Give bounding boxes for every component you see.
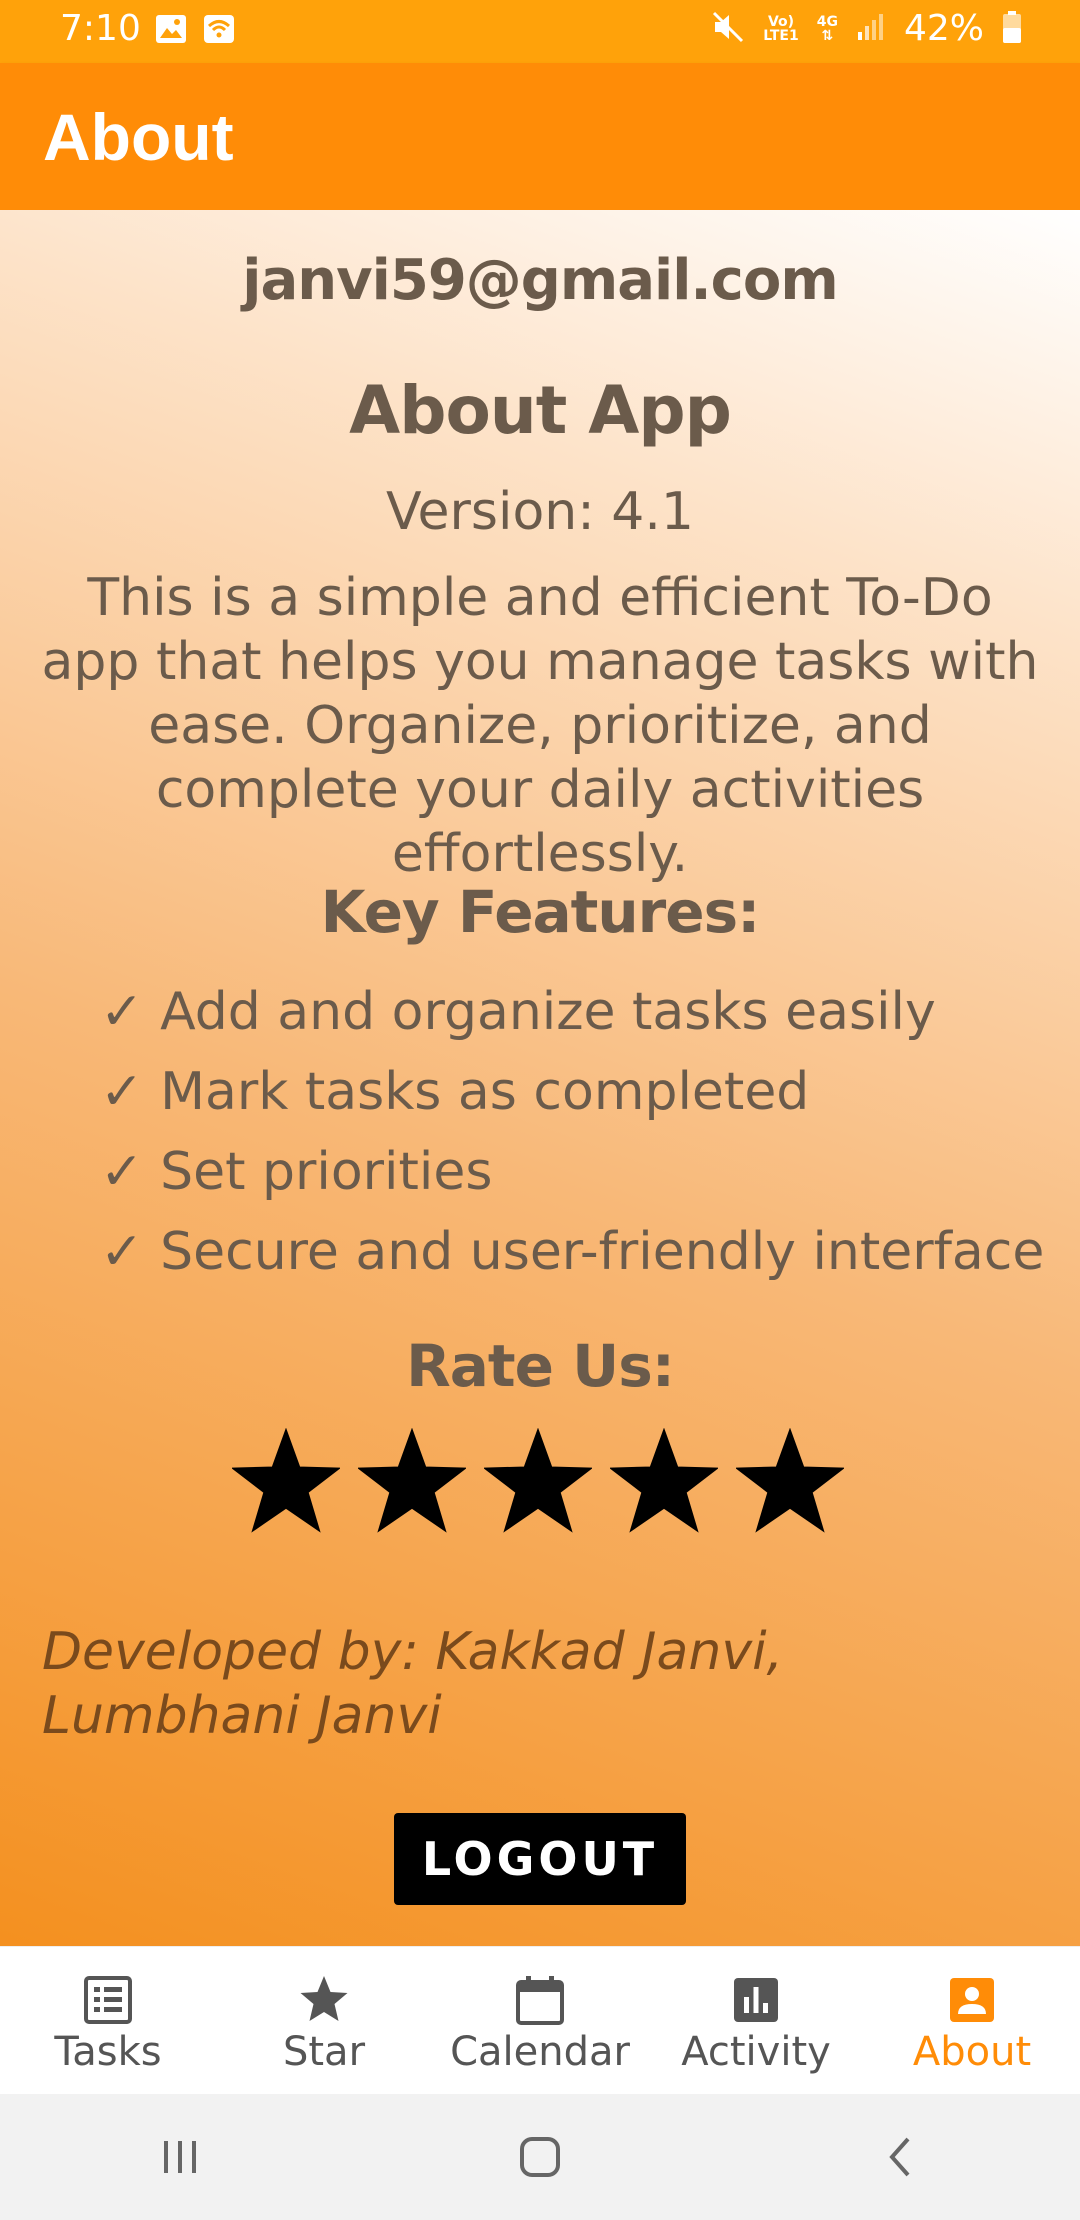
about-content: janvi59@gmail.com About App Version: 4.1… <box>0 210 1080 1946</box>
status-time: 7:10 <box>60 8 141 49</box>
mute-icon <box>711 10 745 48</box>
user-email: janvi59@gmail.com <box>242 248 838 313</box>
person-icon <box>950 1978 994 2022</box>
signal-icon <box>856 12 886 46</box>
nav-item-star[interactable]: Star <box>216 1947 432 2094</box>
nav-item-about[interactable]: About <box>864 1947 1080 2094</box>
app-description: This is a simple and efficient To-Do app… <box>41 568 1039 884</box>
calendar-icon <box>516 1976 564 2025</box>
star-icon[interactable] <box>232 1428 340 1536</box>
bottom-nav: Tasks Star Calendar Activity About <box>0 1946 1080 2094</box>
gallery-icon <box>155 14 187 48</box>
nav-label: Star <box>282 2029 366 2075</box>
recent-apps-button[interactable] <box>140 2117 220 2197</box>
rate-heading: Rate Us: <box>406 1332 675 1400</box>
nav-label: Calendar <box>450 2029 630 2075</box>
feature-item: ✓ Set priorities <box>100 1142 493 1202</box>
data-indicator: 4G ⇅ <box>816 13 838 44</box>
star-icon[interactable] <box>358 1428 466 1536</box>
nav-item-calendar[interactable]: Calendar <box>432 1947 648 2094</box>
star-icon[interactable] <box>736 1428 844 1536</box>
battery-percent: 42% <box>903 8 984 49</box>
back-icon <box>889 2137 910 2177</box>
features-list: ✓ Add and organize tasks easily ✓ Mark t… <box>100 972 1044 1292</box>
battery-icon <box>1002 10 1022 48</box>
star-icon[interactable] <box>484 1428 592 1536</box>
nav-label: Tasks <box>54 2029 162 2075</box>
home-icon <box>520 2137 560 2177</box>
feature-item: ✓ Mark tasks as completed <box>100 1062 810 1122</box>
page-title: About <box>43 100 234 174</box>
network-type: Vo) LTE1 <box>763 13 799 44</box>
nav-label: Activity <box>681 2029 831 2075</box>
home-button[interactable] <box>500 2117 580 2197</box>
rating-stars[interactable] <box>232 1428 844 1536</box>
bar-chart-icon <box>734 1978 778 2022</box>
feature-item: ✓ Add and organize tasks easily <box>100 982 936 1042</box>
about-heading: About App <box>349 372 732 449</box>
feature-item: ✓ Secure and user-friendly interface <box>100 1222 1045 1282</box>
back-button[interactable] <box>860 2117 940 2197</box>
star-icon[interactable] <box>610 1428 718 1536</box>
wifi-icon <box>203 14 235 48</box>
star-icon <box>300 1976 348 2021</box>
recent-apps-icon <box>164 2141 196 2173</box>
nav-item-activity[interactable]: Activity <box>648 1947 864 2094</box>
nav-label: About <box>912 2029 1032 2075</box>
system-nav <box>0 2094 1080 2220</box>
logout-button[interactable]: LOGOUT <box>394 1813 686 1905</box>
app-bar: About <box>0 63 1080 210</box>
status-right-group: Vo) LTE1 4G ⇅ 42% <box>711 8 1022 49</box>
version-text: Version: 4.1 <box>386 482 694 542</box>
nav-item-tasks[interactable]: Tasks <box>0 1947 216 2094</box>
developer-credit: Developed by: Kakkad Janvi, Lumbhani Jan… <box>42 1622 784 1746</box>
features-heading: Key Features: <box>320 878 761 946</box>
list-icon <box>84 1976 132 2024</box>
status-bar: 7:10 Vo) LTE1 4G ⇅ 42% <box>0 0 1080 63</box>
